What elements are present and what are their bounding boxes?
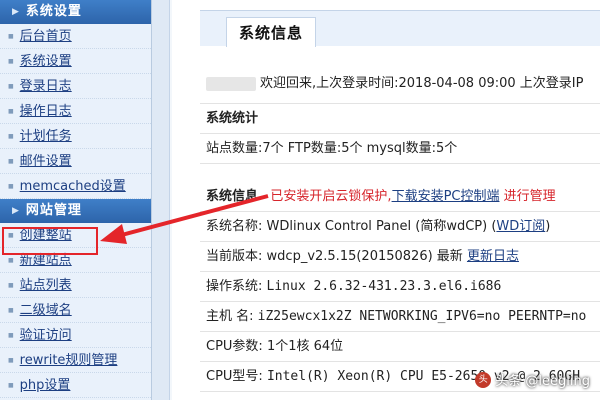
sidebar-item-system-settings[interactable]: ■ 系统设置 — [0, 49, 151, 74]
sidebar-item-label: 操作日志 — [19, 103, 72, 119]
sidebar-item-operation-log[interactable]: ■ 操作日志 — [0, 99, 151, 124]
triangle-right-icon: ▶ — [12, 7, 20, 17]
sidebar-section-title: 网站管理 — [25, 203, 82, 218]
sidebar-item-access-auth[interactable]: ■ 验证访问 — [0, 323, 151, 348]
sidebar-item-site-list[interactable]: ■ 站点列表 — [0, 273, 151, 298]
sidebar-item-php-settings[interactable]: ■ php设置 — [0, 373, 151, 398]
frame-divider[interactable] — [152, 0, 170, 400]
info-section-title: 系统信息 — [206, 189, 259, 204]
info-header-row: 系统信息 已安装开启云锁保护,下载安装PC控制端 进行管理 — [200, 182, 600, 212]
bullet-icon: ■ — [8, 356, 14, 364]
cpu-params-label: CPU参数: — [206, 339, 263, 354]
sidebar-item-dashboard[interactable]: ■ 后台首页 — [0, 24, 151, 49]
cloudlock-tail: 进行管理 — [503, 189, 556, 204]
watermark: 头 头条 @leegling — [475, 370, 590, 389]
watermark-text: 头条 @leegling — [495, 374, 590, 389]
sidebar-item-label: memcached设置 — [19, 178, 126, 194]
redacted-username — [206, 76, 256, 91]
watermark-logo-icon: 头 — [475, 371, 492, 388]
wd-subscribe-link[interactable]: WD订阅 — [496, 219, 545, 234]
sidebar-item-label: 系统设置 — [19, 53, 72, 69]
sysname-label: 系统名称: — [206, 219, 263, 234]
bullet-icon: ■ — [8, 32, 14, 40]
download-pc-client-link[interactable]: 下载安装PC控制端 — [392, 189, 500, 204]
sidebar-section-title: 系统设置 — [25, 4, 82, 19]
cpu-model-label: CPU型号: — [206, 369, 263, 384]
welcome-row: 欢迎回来,上次登录时间:2018-04-08 09:00 上次登录IP — [200, 64, 600, 104]
hostname-value: iZ25ewcx1x2Z NETWORKING_IPV6=no PEERNTP=… — [257, 309, 587, 324]
cloudlock-status: 已安装开启云锁保护, — [270, 189, 392, 204]
main-panel: 系统信息 欢迎回来,上次登录时间:2018-04-08 09:00 上次登录IP… — [200, 10, 600, 400]
sidebar-item-label: 后台首页 — [19, 28, 72, 44]
bullet-icon: ■ — [8, 331, 14, 339]
sidebar-item-memcached-settings[interactable]: ■ memcached设置 — [0, 174, 151, 199]
sidebar: ▶ 系统设置 ■ 后台首页 ■ 系统设置 ■ 登录日志 ■ 操作日志 ■ 计划任务 ■ 邮件… — [0, 0, 152, 400]
sysname-tail: ) — [545, 219, 551, 234]
sysname-value: WDlinux Control Panel (简称wdCP) ( — [266, 219, 497, 234]
sidebar-item-scheduled-tasks[interactable]: ■ 计划任务 — [0, 124, 151, 149]
sidebar-item-mail-settings[interactable]: ■ 邮件设置 — [0, 149, 151, 174]
stats-section-title: 系统统计 — [200, 104, 600, 134]
sidebar-item-label: 验证访问 — [19, 327, 72, 343]
sidebar-section-system-settings[interactable]: ▶ 系统设置 — [0, 0, 151, 24]
sidebar-item-label: rewrite规则管理 — [19, 352, 118, 368]
changelog-link[interactable]: 更新日志 — [467, 249, 519, 264]
sidebar-item-label: php设置 — [19, 377, 71, 393]
cpu-params-row: CPU参数: 1个1核 64位 — [200, 332, 600, 362]
version-label: 当前版本: — [206, 249, 263, 264]
sidebar-item-label: 邮件设置 — [19, 153, 72, 169]
sidebar-section-site-management[interactable]: ▶ 网站管理 — [0, 199, 151, 223]
sidebar-item-label: 计划任务 — [19, 128, 72, 144]
hostname-label: 主机 名: — [206, 309, 254, 324]
annotation-highlight-box — [2, 227, 98, 255]
os-row: 操作系统: Linux 2.6.32-431.23.3.el6.i686 — [200, 272, 600, 302]
sidebar-item-label: 站点列表 — [19, 277, 72, 293]
os-value: Linux 2.6.32-431.23.3.el6.i686 — [266, 279, 502, 294]
bullet-icon: ■ — [8, 281, 14, 289]
sidebar-item-login-log[interactable]: ■ 登录日志 — [0, 74, 151, 99]
stats-line: 站点数量:7个 FTP数量:5个 mysql数量:5个 — [200, 134, 600, 164]
sysname-row: 系统名称: WDlinux Control Panel (简称wdCP) (WD… — [200, 212, 600, 242]
bullet-icon: ■ — [8, 157, 14, 165]
welcome-text: 欢迎回来,上次登录时间:2018-04-08 09:00 上次登录IP — [260, 76, 584, 91]
version-value: wdcp_v2.5.15(20150826) 最新 — [266, 249, 463, 264]
sidebar-item-rewrite-rules[interactable]: ■ rewrite规则管理 — [0, 348, 151, 373]
tab-system-info[interactable]: 系统信息 — [226, 17, 317, 47]
bullet-icon: ■ — [8, 182, 14, 190]
cpu-params-value: 1个1核 64位 — [266, 339, 344, 354]
bullet-icon: ■ — [8, 57, 14, 65]
bullet-icon: ■ — [8, 107, 14, 115]
title-bar: 系统信息 — [200, 10, 600, 47]
hostname-row: 主机 名: iZ25ewcx1x2Z NETWORKING_IPV6=no PE… — [200, 302, 600, 332]
frame-divider-edge — [170, 0, 172, 400]
triangle-right-icon: ▶ — [12, 206, 20, 216]
version-row: 当前版本: wdcp_v2.5.15(20150826) 最新 更新日志 — [200, 242, 600, 272]
bullet-icon: ■ — [8, 381, 14, 389]
os-label: 操作系统: — [206, 279, 263, 294]
sidebar-item-subdomain[interactable]: ■ 二级域名 — [0, 298, 151, 323]
bullet-icon: ■ — [8, 132, 14, 140]
sidebar-item-label: 登录日志 — [19, 78, 72, 94]
bullet-icon: ■ — [8, 82, 14, 90]
sidebar-item-label: 二级域名 — [19, 302, 72, 318]
bullet-icon: ■ — [8, 306, 14, 314]
